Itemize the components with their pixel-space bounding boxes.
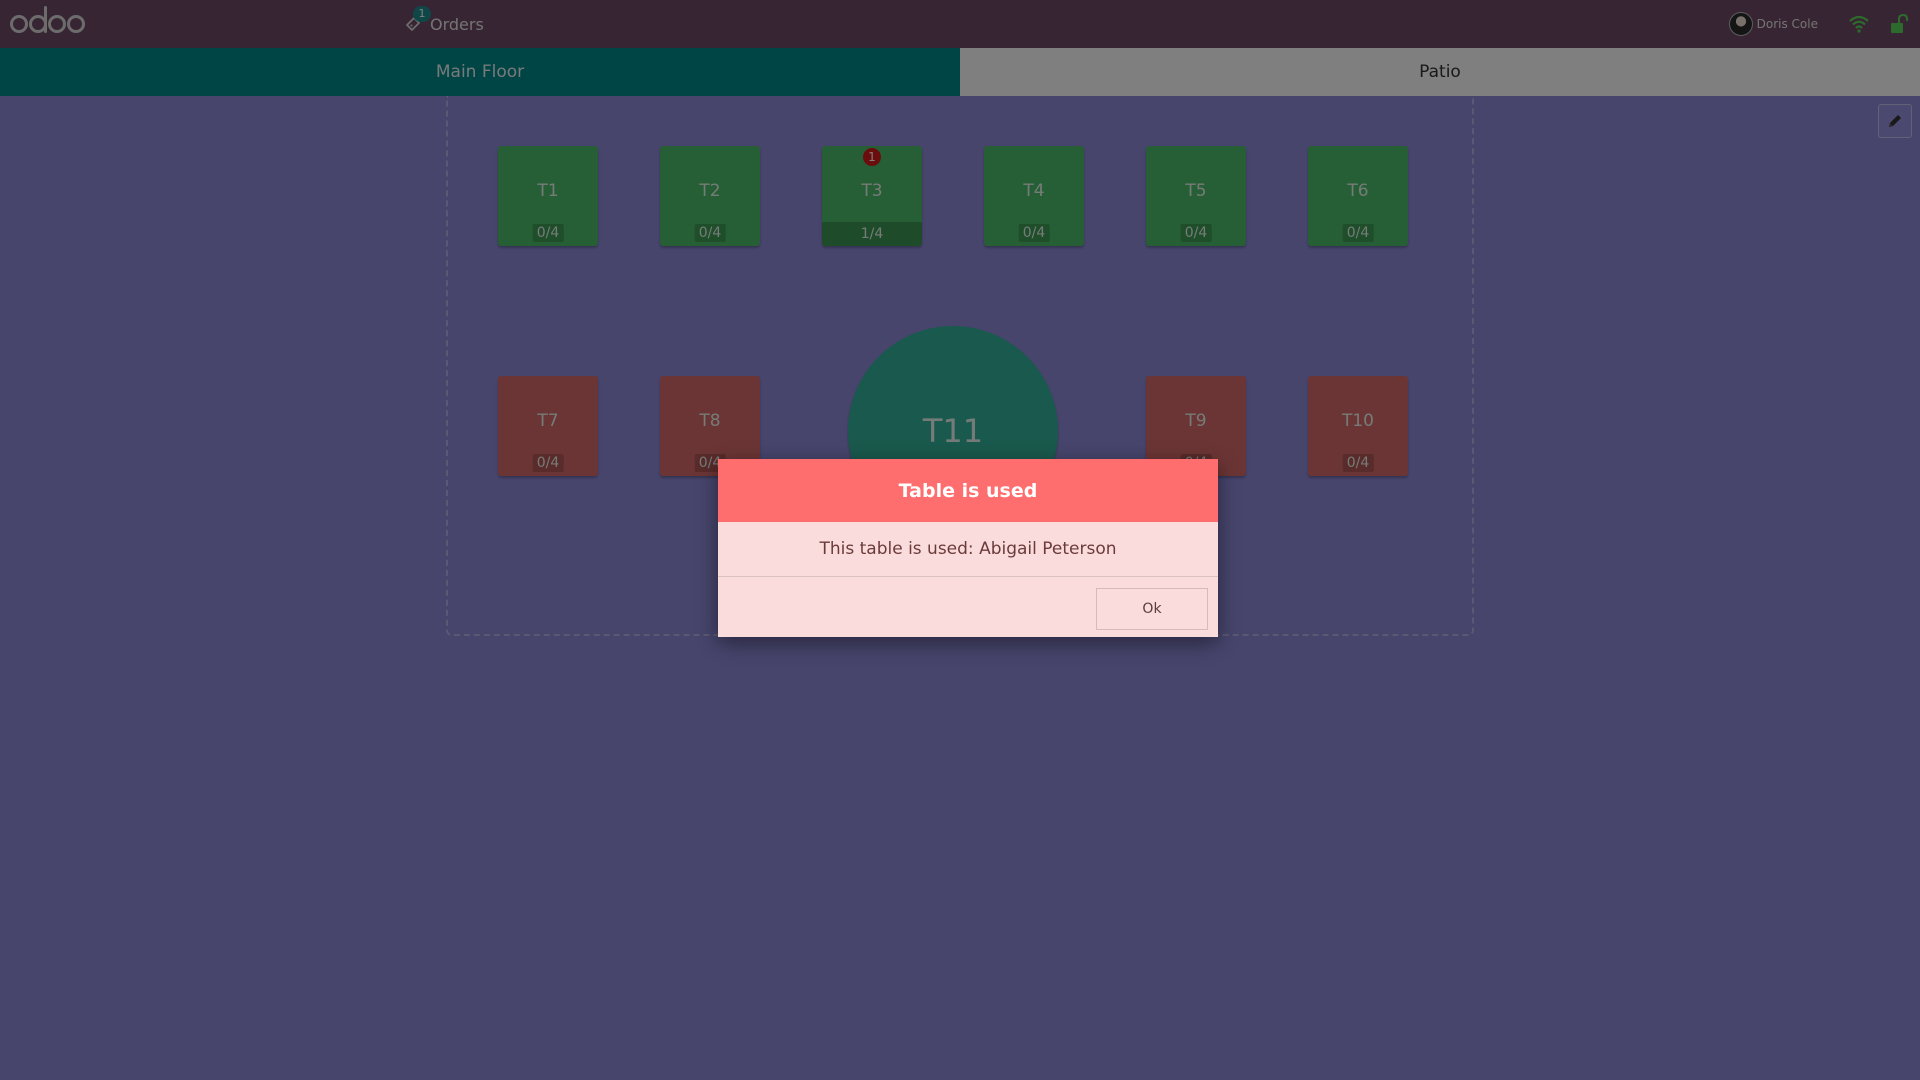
table-used-dialog: Table is used This table is used: Abigai… — [718, 459, 1218, 637]
ok-button[interactable]: Ok — [1096, 588, 1208, 630]
dialog-title: Table is used — [718, 459, 1218, 522]
dialog-footer: Ok — [718, 577, 1218, 637]
dialog-message: This table is used: Abigail Peterson — [718, 522, 1218, 577]
